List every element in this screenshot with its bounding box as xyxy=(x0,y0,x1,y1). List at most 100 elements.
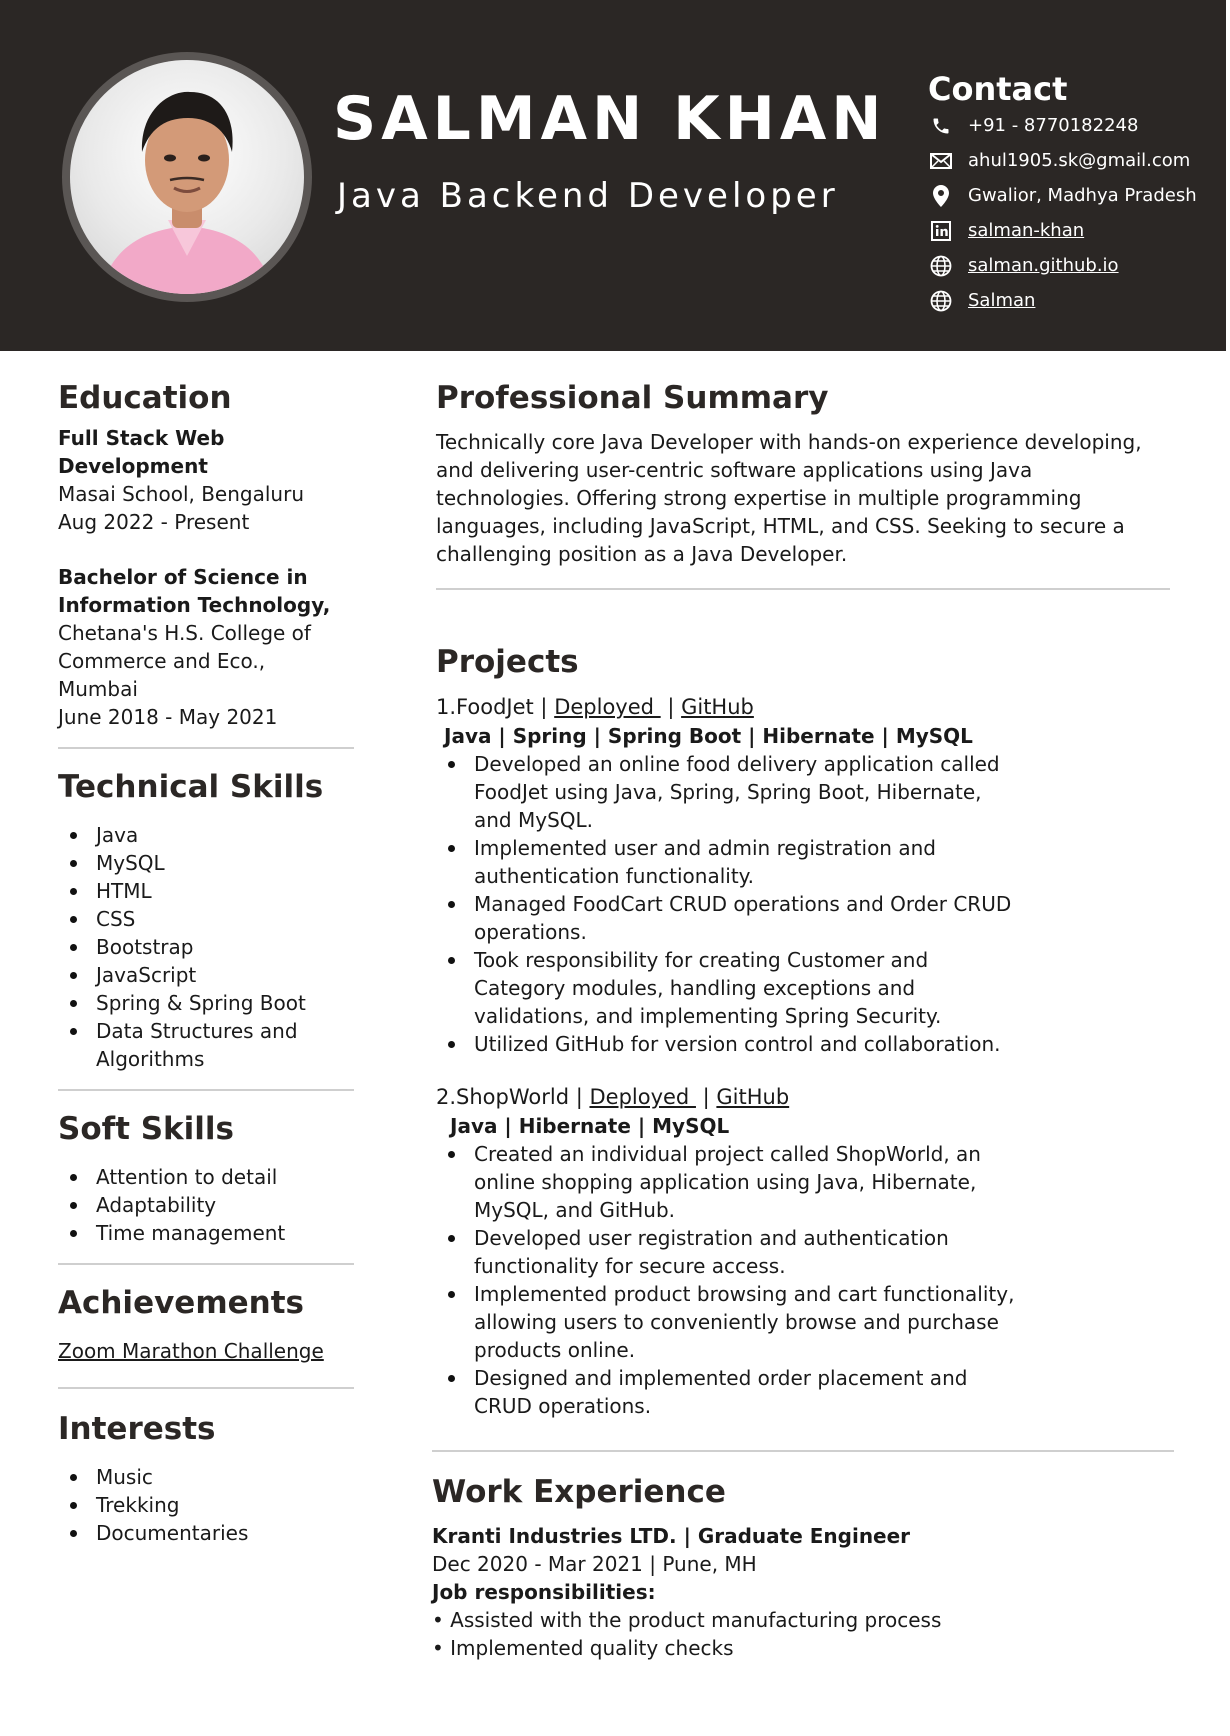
summary-line: technologies. Offering strong expertise … xyxy=(436,486,1082,510)
education-entry: Bachelor of Science in Information Techn… xyxy=(58,563,354,731)
bullet-line: and MySQL. xyxy=(474,808,594,832)
skill-item: HTML xyxy=(58,877,354,905)
soft-skill-item: Attention to detail xyxy=(58,1163,354,1191)
bullet-line: Designed and implemented order placement… xyxy=(474,1366,968,1390)
candidate-role: Java Backend Developer xyxy=(337,176,839,216)
summary-line: challenging position as a Java Developer… xyxy=(436,542,848,566)
contact-phone-text: +91 - 8770182248 xyxy=(968,115,1139,136)
contact-heading: Contact xyxy=(928,70,1068,108)
education-school: Mumbai xyxy=(58,677,138,701)
summary-line: and delivering user-centric software app… xyxy=(436,458,1033,482)
bullet-line: products online. xyxy=(474,1338,636,1362)
project-name: 2.ShopWorld xyxy=(436,1085,570,1109)
soft-skills-heading: Soft Skills xyxy=(58,1111,234,1147)
bullet-line: functionality for secure access. xyxy=(474,1254,786,1278)
mail-icon xyxy=(928,148,954,174)
bullet-line: Took responsibility for creating Custome… xyxy=(474,948,929,972)
separator: | xyxy=(533,695,555,719)
summary-text: Technically core Java Developer with han… xyxy=(436,428,1176,568)
project-entry: 2.ShopWorld | Deployed | GitHub Java | H… xyxy=(436,1082,1176,1420)
section-divider xyxy=(432,1450,1174,1452)
separator: | xyxy=(695,1085,717,1109)
contact-email-text[interactable]: ahul1905.sk@gmail.com xyxy=(968,150,1190,171)
portfolio-link[interactable]: Salman xyxy=(968,290,1035,311)
globe-icon xyxy=(928,288,954,314)
skill-item: JavaScript xyxy=(58,961,354,989)
project-bullet: Developed user registration and authenti… xyxy=(436,1224,1176,1280)
bullet-line: CRUD operations. xyxy=(474,1394,652,1418)
interest-item: Trekking xyxy=(58,1491,354,1519)
summary-heading: Professional Summary xyxy=(436,380,829,416)
bullet-line: allowing users to conveniently browse an… xyxy=(474,1310,999,1334)
linkedin-icon xyxy=(928,218,954,244)
work-responsibility: • Implemented quality checks xyxy=(432,1636,734,1660)
deployed-link[interactable]: Deployed xyxy=(589,1085,695,1109)
achievement-link[interactable]: Zoom Marathon Challenge xyxy=(58,1337,354,1365)
work-experience-heading: Work Experience xyxy=(432,1474,726,1510)
globe-icon xyxy=(928,253,954,279)
profile-photo xyxy=(70,60,304,294)
contact-email[interactable]: ahul1905.sk@gmail.com xyxy=(928,143,1218,178)
project-name: 1.FoodJet xyxy=(436,695,534,719)
work-dates-location: Dec 2020 - Mar 2021 | Pune, MH xyxy=(432,1552,757,1576)
bullet-line: Managed FoodCart CRUD operations and Ord… xyxy=(474,892,1012,916)
deployed-link[interactable]: Deployed xyxy=(554,695,660,719)
contact-linkedin[interactable]: salman-khan xyxy=(928,213,1218,248)
skill-item: Spring & Spring Boot xyxy=(58,989,354,1017)
section-divider xyxy=(58,747,354,749)
contact-website[interactable]: salman.github.io xyxy=(928,248,1218,283)
bullet-line: Developed an online food delivery applic… xyxy=(474,752,1000,776)
projects-heading: Projects xyxy=(436,644,579,680)
project-bullet: Designed and implemented order placement… xyxy=(436,1364,1176,1420)
project-title-row: 1.FoodJet | Deployed | GitHub xyxy=(436,692,1176,722)
education-degree: Full Stack Web Development xyxy=(58,426,225,478)
bullet-line: MySQL, and GitHub. xyxy=(474,1198,676,1222)
education-dates: Aug 2022 - Present xyxy=(58,510,250,534)
project-tech-stack: Java | Spring | Spring Boot | Hibernate … xyxy=(444,724,973,748)
github-link[interactable]: GitHub xyxy=(716,1085,789,1109)
contact-location-text: Gwalior, Madhya Pradesh xyxy=(968,185,1197,206)
bullet-line: authentication functionality. xyxy=(474,864,754,888)
left-column: Education Full Stack Web Development Mas… xyxy=(58,378,354,1547)
project-entry: 1.FoodJet | Deployed | GitHub Java | Spr… xyxy=(436,692,1176,1058)
github-link[interactable]: GitHub xyxy=(681,695,754,719)
bullet-line: Implemented user and admin registration … xyxy=(474,836,936,860)
education-degree: Bachelor of Science in xyxy=(58,565,308,589)
contact-list: +91 - 8770182248 ahul1905.sk@gmail.com G… xyxy=(928,108,1218,318)
project-bullet: Implemented user and admin registration … xyxy=(436,834,1176,890)
skill-item: MySQL xyxy=(58,849,354,877)
section-divider xyxy=(58,1263,354,1265)
bullet-line: FoodJet using Java, Spring, Spring Boot,… xyxy=(474,780,982,804)
project-title-row: 2.ShopWorld | Deployed | GitHub xyxy=(436,1082,1176,1112)
section-divider xyxy=(58,1089,354,1091)
work-company-role: Kranti Industries LTD. | Graduate Engine… xyxy=(432,1524,911,1548)
education-school: Masai School, Bengaluru xyxy=(58,482,304,506)
location-pin-icon xyxy=(928,183,954,209)
skill-item: Bootstrap xyxy=(58,933,354,961)
project-bullet: Developed an online food delivery applic… xyxy=(436,750,1176,834)
project-bullets: Created an individual project called Sho… xyxy=(436,1140,1176,1420)
bullet-line: Category modules, handling exceptions an… xyxy=(474,976,916,1000)
bullet-line: Created an individual project called Sho… xyxy=(474,1142,981,1166)
project-bullet: Managed FoodCart CRUD operations and Ord… xyxy=(436,890,1176,946)
work-entry: Kranti Industries LTD. | Graduate Engine… xyxy=(432,1522,1176,1662)
interest-item: Music xyxy=(58,1463,354,1491)
bullet-line: Utilized GitHub for version control and … xyxy=(474,1032,1001,1056)
section-divider xyxy=(436,588,1170,590)
separator: | xyxy=(569,1085,590,1109)
summary-line: Technically core Java Developer with han… xyxy=(436,430,1142,454)
contact-portfolio[interactable]: Salman xyxy=(928,283,1218,318)
website-link[interactable]: salman.github.io xyxy=(968,255,1119,276)
education-entry: Full Stack Web Development Masai School,… xyxy=(58,424,354,536)
bullet-line: validations, and implementing Spring Sec… xyxy=(474,1004,942,1028)
linkedin-link[interactable]: salman-khan xyxy=(968,220,1084,241)
soft-skill-item: Time management xyxy=(58,1219,354,1247)
person-avatar-icon xyxy=(100,91,274,294)
candidate-name: SALMAN KHAN xyxy=(333,84,887,154)
education-degree: Information Technology, xyxy=(58,593,331,617)
soft-skills-list: Attention to detail Adaptability Time ma… xyxy=(58,1163,354,1247)
project-bullet: Utilized GitHub for version control and … xyxy=(436,1030,1176,1058)
section-divider xyxy=(58,1387,354,1389)
skill-item: CSS xyxy=(58,905,354,933)
project-bullet: Created an individual project called Sho… xyxy=(436,1140,1176,1224)
